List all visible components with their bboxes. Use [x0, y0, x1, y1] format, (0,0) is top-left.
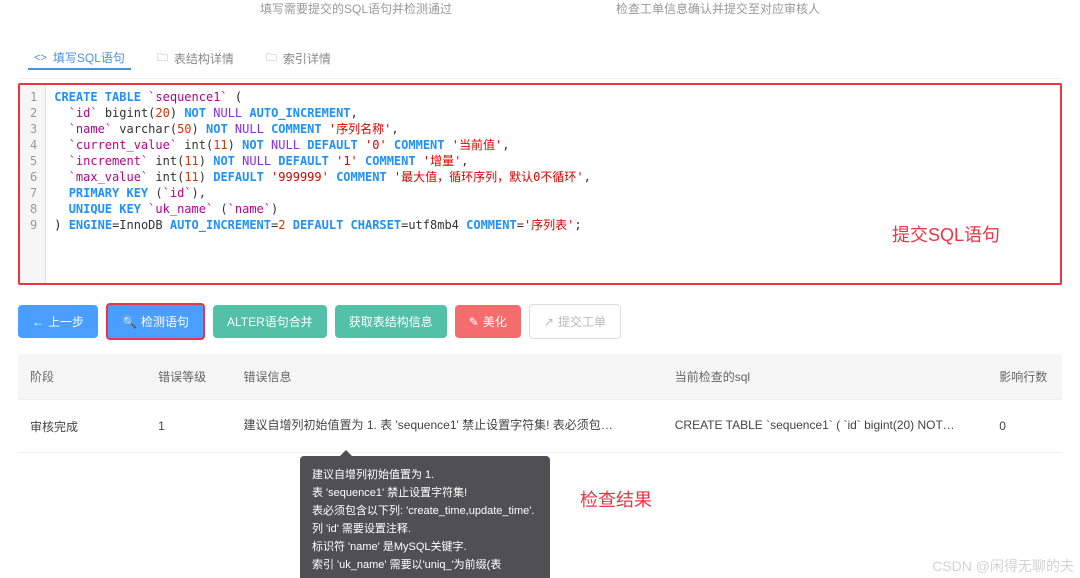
- watermark: CSDN @闲得无聊的夫: [932, 556, 1074, 576]
- step-1: 填写需要提交的SQL语句并检测通过: [260, 0, 452, 17]
- send-icon: ↗: [544, 315, 554, 329]
- sql-editor-highlight: 123456789 CREATE TABLE `sequence1` ( `id…: [18, 83, 1062, 285]
- step-2: 检查工单信息确认并提交至对应审核人: [616, 0, 820, 17]
- annotation-check-result: 检查结果: [580, 486, 652, 512]
- cell-rows: 0: [987, 400, 1062, 453]
- error-tooltip: 建议自增列初始值置为 1. 表 'sequence1' 禁止设置字符集! 表必须…: [300, 456, 550, 578]
- result-table: 阶段 错误等级 错误信息 当前检查的sql 影响行数 审核完成 1 建议自增列初…: [18, 354, 1062, 453]
- th-sql: 当前检查的sql: [663, 354, 988, 400]
- prev-button[interactable]: ← 上一步: [18, 305, 98, 338]
- arrow-left-icon: ←: [32, 315, 44, 329]
- search-icon: 🔍: [122, 315, 137, 329]
- pencil-icon: ✎: [469, 315, 479, 329]
- cell-msg: 建议自增列初始值置为 1. 表 'sequence1' 禁止设置字符集! 表必须…: [231, 400, 662, 453]
- line-gutter: 123456789: [20, 85, 46, 283]
- tab-table-structure[interactable]: 🗀 表结构详情: [151, 47, 240, 70]
- annotation-submit-sql: 提交SQL语句: [892, 221, 1000, 247]
- th-rows: 影响行数: [987, 354, 1062, 400]
- fetch-structure-button[interactable]: 获取表结构信息: [335, 305, 447, 338]
- table-header-row: 阶段 错误等级 错误信息 当前检查的sql 影响行数: [18, 354, 1062, 400]
- cell-level: 1: [146, 400, 231, 453]
- folder-icon: 🗀: [157, 49, 168, 68]
- th-stage: 阶段: [18, 354, 146, 400]
- table-row[interactable]: 审核完成 1 建议自增列初始值置为 1. 表 'sequence1' 禁止设置字…: [18, 400, 1062, 453]
- tab-index-detail[interactable]: 🗀 索引详情: [260, 47, 337, 70]
- cell-stage: 审核完成: [18, 400, 146, 453]
- tab-bar: <> 填写SQL语句 🗀 表结构详情 🗀 索引详情: [18, 39, 1062, 79]
- code-icon: <>: [34, 52, 47, 64]
- alter-merge-button[interactable]: ALTER语句合并: [213, 305, 327, 338]
- th-level: 错误等级: [146, 354, 231, 400]
- cell-sql: CREATE TABLE `sequence1` ( `id` bigint(2…: [663, 400, 988, 453]
- beautify-button[interactable]: ✎ 美化: [455, 305, 521, 338]
- code-area[interactable]: CREATE TABLE `sequence1` ( `id` bigint(2…: [46, 85, 1060, 283]
- check-sql-button[interactable]: 🔍 检测语句: [106, 303, 205, 340]
- action-buttons: ← 上一步 🔍 检测语句 ALTER语句合并 获取表结构信息 ✎ 美化 ↗ 提交…: [18, 285, 1062, 354]
- sql-editor[interactable]: 123456789 CREATE TABLE `sequence1` ( `id…: [20, 85, 1060, 283]
- submit-ticket-button: ↗ 提交工单: [529, 304, 621, 339]
- tab-sql[interactable]: <> 填写SQL语句: [28, 47, 131, 70]
- folder-icon: 🗀: [266, 49, 277, 68]
- th-msg: 错误信息: [231, 354, 662, 400]
